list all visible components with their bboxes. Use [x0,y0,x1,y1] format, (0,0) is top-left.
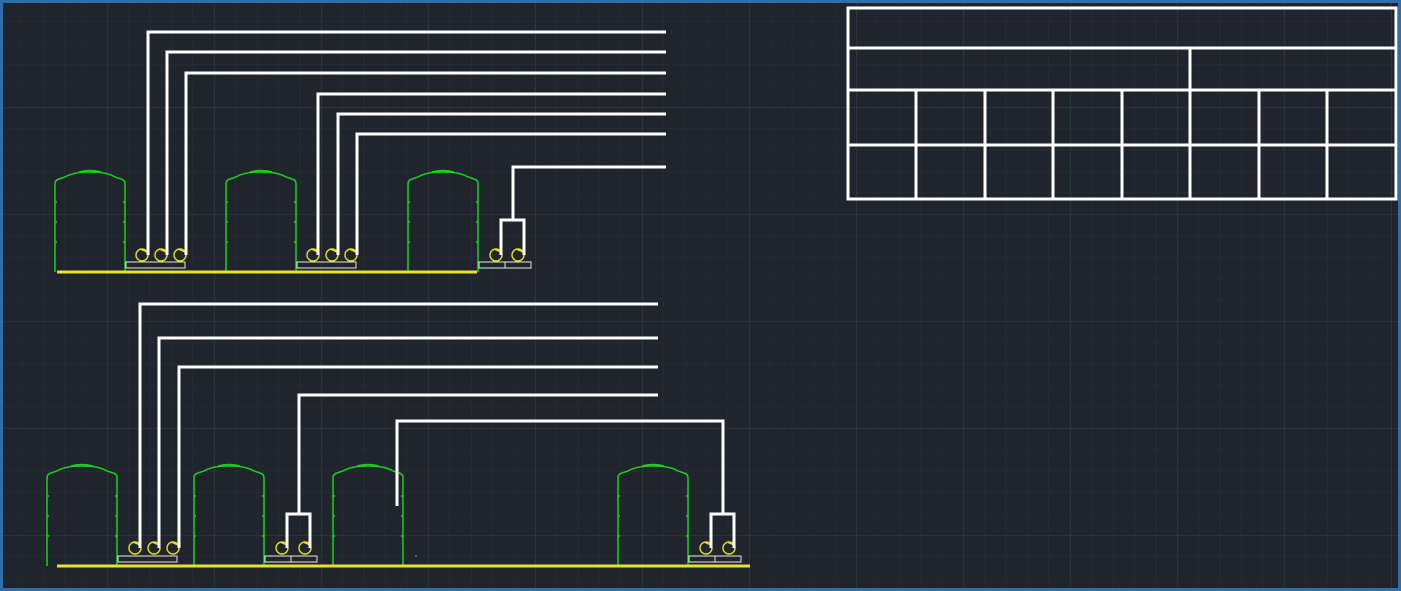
cad-drawing-canvas[interactable] [0,0,1401,591]
point-marker [415,555,417,557]
